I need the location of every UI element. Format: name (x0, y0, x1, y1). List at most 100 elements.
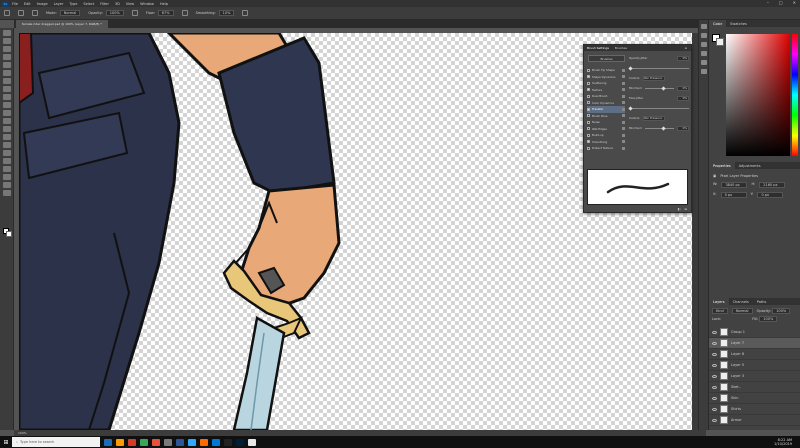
paragraph-panel-icon[interactable] (701, 69, 707, 74)
zoom-level[interactable]: 100% (18, 431, 27, 435)
brush-option-item[interactable]: Protect Texture (587, 145, 625, 152)
taskbar-app-icon[interactable] (176, 438, 184, 446)
control-select[interactable]: Pen Pressure (643, 75, 666, 81)
layer-row[interactable]: Layer 6 (709, 349, 800, 360)
layer-row[interactable]: Layer 7 (709, 338, 800, 349)
x-input[interactable]: 0 px (720, 192, 747, 198)
opacity-jitter-value[interactable]: 0% (677, 55, 689, 61)
w-input[interactable]: 3840 px (721, 182, 748, 188)
brush-option-checkbox[interactable] (587, 81, 590, 85)
shape-tool-icon[interactable] (3, 166, 11, 172)
taskbar-app-icon[interactable] (116, 438, 124, 446)
opacity-input[interactable]: 100% (105, 10, 124, 16)
tab-channels[interactable]: Channels (729, 300, 753, 304)
panel-menu-icon[interactable]: ≡ (681, 46, 691, 50)
taskbar-app-icon[interactable] (224, 438, 232, 446)
menu-layer[interactable]: Layer (54, 2, 64, 6)
lock-icon[interactable] (622, 75, 625, 79)
mode-select[interactable]: Normal (59, 10, 81, 16)
brushes-preset-button[interactable]: Brushes (588, 55, 625, 62)
opacity-jitter-slider[interactable] (628, 65, 689, 71)
brush-option-checkbox[interactable] (587, 146, 590, 150)
layer-opacity-input[interactable]: 100% (772, 308, 791, 314)
blur-tool-icon[interactable] (3, 126, 11, 132)
path-selection-tool-icon[interactable] (3, 158, 11, 164)
smoothing-input[interactable]: 10% (218, 10, 235, 16)
menu-image[interactable]: Image (37, 2, 48, 6)
brush-option-checkbox[interactable] (587, 101, 590, 105)
layer-row[interactable]: Layer 3 (709, 371, 800, 382)
visibility-eye-icon[interactable] (712, 418, 717, 422)
brush-tool-preset-icon[interactable] (4, 10, 10, 16)
taskbar-app-icon[interactable] (164, 438, 172, 446)
menu-select[interactable]: Select (83, 2, 94, 6)
character-panel-icon[interactable] (701, 60, 707, 65)
create-new-brush-icon[interactable]: ⊞ (684, 207, 687, 211)
brush-settings-toggle-icon[interactable] (32, 10, 38, 16)
saturation-brightness-field[interactable] (726, 34, 790, 156)
minimum-value[interactable]: 0% (677, 85, 689, 91)
layer-row[interactable]: Layer 5 (709, 360, 800, 371)
brush-option-checkbox[interactable] (587, 114, 590, 118)
taskbar-app-icon[interactable] (212, 438, 220, 446)
layer-fill-input[interactable]: 100% (759, 316, 778, 322)
brush-option-checkbox[interactable] (587, 75, 590, 79)
menu-window[interactable]: Window (140, 2, 154, 6)
tab-layers[interactable]: Layers (709, 298, 729, 305)
document-tab[interactable]: female rider dragged.psd @ 100% (Layer 7… (16, 20, 108, 28)
lock-icon[interactable] (622, 101, 625, 105)
flow-input[interactable]: 67% (157, 10, 174, 16)
visibility-eye-icon[interactable] (712, 363, 717, 367)
taskbar-app-icon[interactable] (248, 438, 256, 446)
taskbar-app-icon[interactable] (140, 438, 148, 446)
flow-minimum-slider[interactable] (644, 125, 674, 131)
pen-tool-icon[interactable] (3, 142, 11, 148)
layer-row[interactable]: Shirts (709, 404, 800, 415)
toggle-live-tip-icon[interactable]: ◧ (678, 207, 681, 211)
visibility-eye-icon[interactable] (712, 341, 717, 345)
lasso-tool-icon[interactable] (3, 46, 11, 52)
visibility-eye-icon[interactable] (712, 352, 717, 356)
flow-jitter-value[interactable]: 0% (677, 95, 689, 101)
visibility-eye-icon[interactable] (712, 374, 717, 378)
lock-icon[interactable] (622, 81, 625, 85)
menu-edit[interactable]: Edit (24, 2, 31, 6)
lock-icon[interactable] (622, 88, 625, 92)
visibility-eye-icon[interactable] (712, 396, 717, 400)
tab-swatches[interactable]: Swatches (726, 22, 751, 26)
blend-mode-select[interactable]: Normal (731, 308, 753, 314)
y-input[interactable]: 0 px (757, 192, 784, 198)
tab-adjustments[interactable]: Adjustments (735, 164, 765, 168)
eyedropper-tool-icon[interactable] (3, 70, 11, 76)
windows-start-icon[interactable]: ⊞ (0, 436, 12, 448)
brush-option-checkbox[interactable] (587, 68, 590, 72)
visibility-eye-icon[interactable] (712, 407, 717, 411)
menu-filter[interactable]: Filter (100, 2, 109, 6)
brush-option-checkbox[interactable] (587, 120, 590, 124)
maximize-button[interactable]: □ (779, 0, 783, 5)
hand-tool-icon[interactable] (3, 174, 11, 180)
layer-filter-kind[interactable]: Kind (712, 308, 728, 314)
lock-icon[interactable] (622, 140, 625, 144)
tab-brushes[interactable]: Brushes (612, 46, 630, 50)
system-clock[interactable]: 8:22 AM 1/10/2019 (774, 436, 792, 448)
brush-option-checkbox[interactable] (587, 107, 590, 111)
taskbar-app-icon[interactable] (128, 438, 136, 446)
dodge-tool-icon[interactable] (3, 134, 11, 140)
h-input[interactable]: 2160 px (759, 182, 786, 188)
brush-size-icon[interactable] (18, 10, 24, 16)
clone-stamp-tool-icon[interactable] (3, 94, 11, 100)
taskbar-app-icon[interactable] (104, 438, 112, 446)
airbrush-icon[interactable] (181, 10, 188, 16)
gradient-tool-icon[interactable] (3, 118, 11, 124)
menu-view[interactable]: View (126, 2, 134, 6)
menu-help[interactable]: Help (160, 2, 168, 6)
background-color-swatch[interactable] (6, 231, 12, 237)
pressure-opacity-icon[interactable] (131, 10, 138, 16)
taskbar-app-icon[interactable] (188, 438, 196, 446)
layer-row[interactable]: Group 1 (709, 327, 800, 338)
taskbar-app-icon[interactable] (236, 438, 244, 446)
brush-option-checkbox[interactable] (587, 140, 590, 144)
quick-select-tool-icon[interactable] (3, 54, 11, 60)
crop-tool-icon[interactable] (3, 62, 11, 68)
